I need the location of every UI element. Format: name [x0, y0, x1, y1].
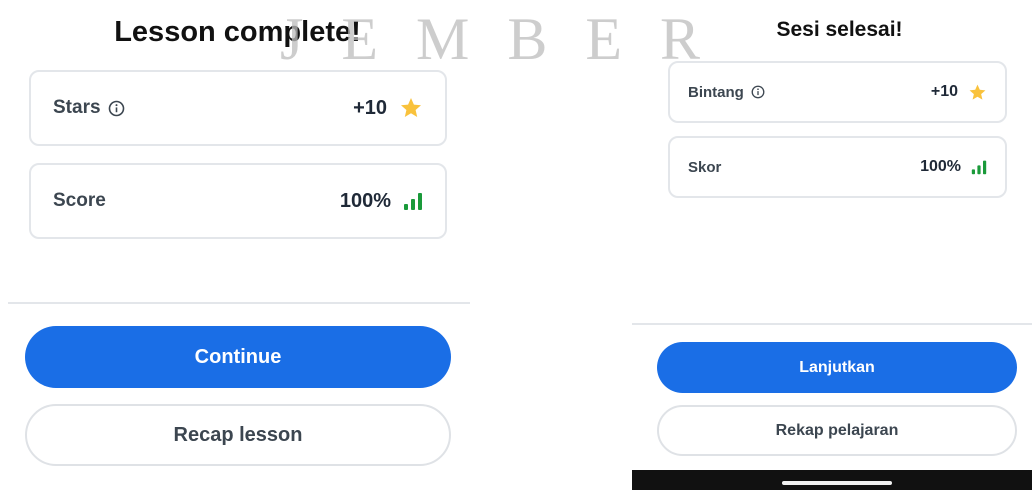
star-icon — [399, 96, 423, 120]
score-value-group: 100% — [340, 190, 423, 213]
score-label: Skor — [688, 158, 722, 176]
lesson-complete-screen-indonesian: Sesi selesai! Bintang +10 Skor 100% Lanj… — [632, 0, 1032, 490]
score-value: 100% — [920, 158, 961, 175]
score-card: Skor 100% — [668, 136, 1007, 198]
page-title: Sesi selesai! — [776, 18, 903, 41]
stars-label: Stars — [53, 97, 101, 118]
stars-card: Stars +10 — [29, 70, 447, 146]
continue-button[interactable]: Continue — [25, 326, 451, 388]
signal-bars-icon — [971, 159, 987, 175]
stars-value: +10 — [930, 83, 958, 100]
info-icon[interactable] — [108, 100, 125, 117]
stars-label-group: Bintang — [688, 84, 765, 101]
star-icon — [968, 83, 987, 102]
score-label-group: Score — [53, 190, 106, 212]
stars-value-group: +10 — [353, 96, 423, 120]
stars-label-group: Stars — [53, 97, 125, 119]
score-value: 100% — [339, 189, 391, 212]
system-navigation-bar — [632, 470, 1032, 490]
stars-value-group: +10 — [931, 83, 987, 102]
divider — [8, 302, 470, 304]
lesson-complete-screen-english: Lesson complete! Stars +10 Score 100% Co… — [0, 0, 475, 490]
stars-value: +10 — [353, 96, 387, 119]
score-card: Score 100% — [29, 163, 447, 239]
divider — [632, 323, 1032, 325]
score-label: Score — [53, 190, 106, 211]
score-value-group: 100% — [920, 158, 987, 176]
stars-card: Bintang +10 — [668, 61, 1007, 123]
continue-button[interactable]: Lanjutkan — [657, 342, 1017, 393]
page-title: Lesson complete! — [114, 16, 361, 48]
stars-label: Bintang — [688, 83, 744, 101]
score-label-group: Skor — [688, 159, 721, 176]
recap-lesson-button[interactable]: Recap lesson — [25, 404, 451, 466]
info-icon[interactable] — [751, 85, 765, 99]
home-gesture-handle[interactable] — [782, 481, 892, 485]
signal-bars-icon — [403, 191, 423, 211]
recap-lesson-button[interactable]: Rekap pelajaran — [657, 405, 1017, 456]
